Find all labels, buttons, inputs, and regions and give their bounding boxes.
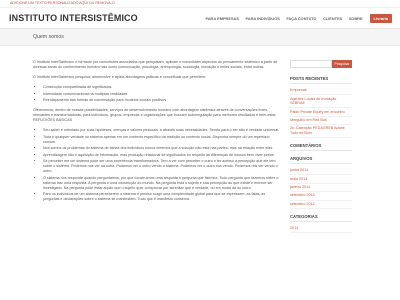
page-title-bar: Quem somos	[0, 29, 400, 46]
list-item: Se perceber em um sistema pode ser uma e…	[43, 159, 281, 174]
top-announcement-bar: ADICIONE UM TEXTO PERSONALIZADO AQUI OU …	[0, 0, 400, 8]
list-item: Toda e qualquer verdade ou sistema apena…	[43, 135, 281, 145]
archive-link[interactable]: setembro 2012	[290, 201, 352, 209]
recent-posts-title: Posts recentes	[290, 76, 352, 84]
approaches-list: Construção compartilhada de significados…	[33, 85, 281, 103]
categories-title: Categorias	[290, 214, 352, 222]
sidebar: Pesquisar Posts recentes Empresas Agente…	[290, 46, 352, 234]
list-item: Seu saber é orientado por suas hipóteses…	[43, 128, 281, 133]
list-item: Intensidade comunicacional na multiplas …	[43, 92, 281, 97]
list-item: Construção compartilhada de significados	[43, 85, 281, 90]
comments-title: Comentários	[290, 143, 352, 152]
search-button[interactable]: Pesquisar	[332, 60, 352, 68]
list-item: Aprendizagem não é aquisição de informaç…	[43, 153, 281, 158]
announcement-text: ADICIONE UM TEXTO PERSONALIZADO AQUI OU …	[10, 1, 115, 5]
search-form: Pesquisar	[290, 60, 352, 68]
article-body: O Instituto InterSistêmico é formado por…	[33, 46, 281, 233]
archive-link[interactable]: maio 2014	[290, 175, 352, 184]
nav-item-clientes[interactable]: Clientes	[323, 16, 342, 21]
archive-link[interactable]: setembro 2013	[290, 192, 352, 201]
category-link[interactable]: 2014	[290, 225, 352, 234]
list-item: O sistema nos responde quando perguntamo…	[43, 176, 281, 191]
paragraph-servicos: Oferecemos, dentro de nossas possibilida…	[33, 108, 281, 123]
list-item: Reenlaçamento das formas de conversação …	[43, 98, 281, 103]
nav-item-empresas[interactable]: Para empresas	[205, 16, 239, 21]
recent-post-link[interactable]: Pablo Private Equity em encontro	[290, 108, 352, 117]
recent-post-link[interactable]: Empresas	[290, 87, 352, 96]
list-item: Nós somos os problemas do sistema de fal…	[43, 146, 281, 151]
archive-link[interactable]: junho 2014	[290, 167, 352, 176]
recent-post-link[interactable]: Mergulho em Red Bull	[290, 117, 352, 126]
nav-item-sobre[interactable]: Sobre	[349, 16, 363, 21]
list-item: Para os indivíduos de um sistema percebe…	[43, 192, 281, 202]
site-logo[interactable]: INSTITUTO INTERSISTÊMICO	[9, 13, 138, 23]
archives-title: Arquivos	[290, 156, 352, 165]
livraria-button[interactable]: Livraria	[369, 13, 392, 23]
main-nav: Para empresas Para indivíduos Faça conta…	[199, 13, 392, 23]
content-area: O Instituto InterSistêmico é formado por…	[0, 46, 400, 234]
recent-post-link[interactable]: 2s. Cátenção PEDAGREB Adobe Tudo de Bom	[290, 125, 352, 139]
nav-item-contato[interactable]: Faça contato	[286, 16, 316, 21]
reflexoes-heading: REFLEXÕES BÁSICAS	[33, 118, 73, 122]
page-title: Quem somos	[33, 34, 64, 40]
archive-link[interactable]: janeiro 2014	[290, 184, 352, 193]
reflections-list: Seu saber é orientado por suas hipóteses…	[33, 128, 281, 202]
servicos-text: Oferecemos, dentro de nossas possibilida…	[33, 108, 277, 117]
site-header: INSTITUTO INTERSISTÊMICO Para empresas P…	[0, 8, 400, 29]
paragraph-abordagens: O Instituto InterSistêmico pesquisa, des…	[33, 75, 206, 79]
nav-item-individuos[interactable]: Para indivíduos	[245, 16, 279, 21]
search-input[interactable]	[290, 60, 332, 68]
recent-post-link[interactable]: Agentes Locais de Inovação SEBRAE	[290, 95, 352, 109]
paragraph-intro: O Instituto InterSistêmico é formado por…	[33, 60, 278, 69]
